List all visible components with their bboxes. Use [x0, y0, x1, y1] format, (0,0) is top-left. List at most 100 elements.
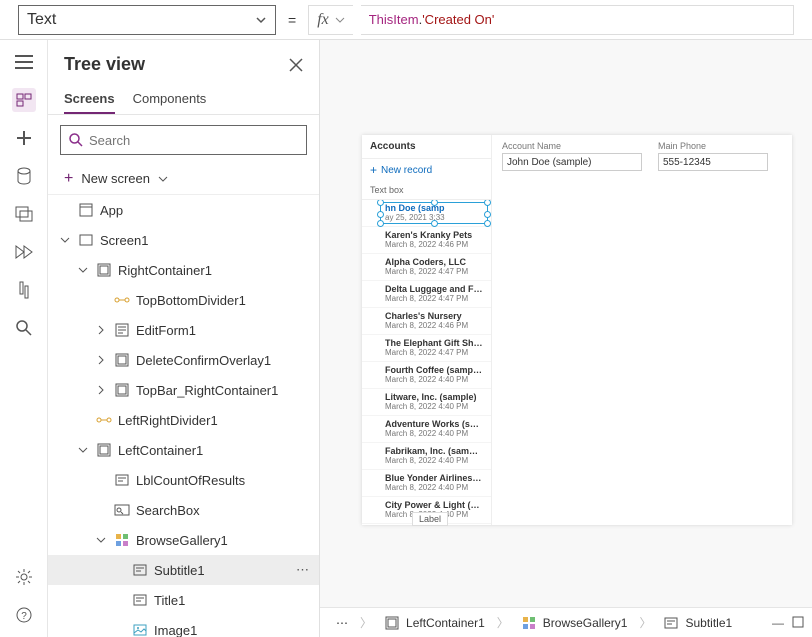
- tree-node-label: Subtitle1: [154, 563, 205, 578]
- tree-node-label: BrowseGallery1: [136, 533, 228, 548]
- plus-icon: +: [370, 163, 377, 177]
- app-preview: Accounts +New record Text box hn Doe (sa…: [362, 135, 792, 525]
- image-icon: [132, 622, 148, 637]
- preview-textbox-label: Text box: [362, 181, 491, 200]
- tree-node-screen1[interactable]: Screen1: [48, 225, 319, 255]
- insert-icon[interactable]: [12, 126, 36, 150]
- tab-screens[interactable]: Screens: [64, 85, 115, 114]
- tree-node-title1[interactable]: Title1: [48, 585, 319, 615]
- list-item[interactable]: Adventure Works (sample)March 8, 2022 4:…: [362, 416, 491, 443]
- divider-icon: [114, 292, 130, 308]
- list-item[interactable]: Alpha Coders, LLCMarch 8, 2022 4:47 PM: [362, 254, 491, 281]
- formula-bar: Text = fx ThisItem.'Created On': [0, 0, 812, 40]
- property-value: Text: [27, 11, 56, 29]
- plus-icon: +: [64, 172, 73, 186]
- preview-left-pane: Accounts +New record Text box hn Doe (sa…: [362, 135, 492, 525]
- tree-search-input[interactable]: [89, 133, 298, 148]
- tree-node-leftcontainer1[interactable]: LeftContainer1: [48, 435, 319, 465]
- data-icon[interactable]: [12, 164, 36, 188]
- container-icon: [114, 382, 130, 398]
- chevron-icon[interactable]: [96, 385, 108, 395]
- close-icon[interactable]: [289, 58, 303, 72]
- tree-node-app[interactable]: App: [48, 195, 319, 225]
- tree-node-editform1[interactable]: EditForm1: [48, 315, 319, 345]
- chevron-icon[interactable]: [96, 325, 108, 335]
- label-icon: [114, 472, 130, 488]
- tree-node-label: EditForm1: [136, 323, 196, 338]
- formula-input[interactable]: ThisItem.'Created On': [361, 5, 794, 35]
- tree-node-label: SearchBox: [136, 503, 200, 518]
- tree-node-subtitle1[interactable]: Subtitle1 ⋯: [48, 555, 319, 585]
- settings-icon[interactable]: [12, 565, 36, 589]
- media-icon[interactable]: [12, 202, 36, 226]
- chevron-icon[interactable]: [78, 265, 90, 275]
- search-icon[interactable]: [12, 316, 36, 340]
- breadcrumb-subtitle[interactable]: Subtitle1: [655, 608, 740, 637]
- variables-icon[interactable]: [12, 278, 36, 302]
- chevron-icon[interactable]: [96, 535, 108, 545]
- tree-node-label: RightContainer1: [118, 263, 212, 278]
- tab-components[interactable]: Components: [133, 85, 207, 114]
- tree-panel: Tree view Screens Components + New scree…: [48, 40, 320, 637]
- container-icon: [96, 442, 112, 458]
- breadcrumb-more[interactable]: ⋯: [328, 608, 356, 637]
- tree-node-browsegallery1[interactable]: BrowseGallery1: [48, 525, 319, 555]
- chevron-icon[interactable]: [60, 235, 72, 245]
- preview-header: Accounts: [362, 135, 491, 159]
- label-tag: Label: [412, 512, 448, 526]
- tree-node-lblcountofresults[interactable]: LblCountOfResults: [48, 465, 319, 495]
- app-icon: [78, 202, 94, 218]
- list-item[interactable]: Blue Yonder Airlines (sample)March 8, 20…: [362, 470, 491, 497]
- power-automate-icon[interactable]: [12, 240, 36, 264]
- search-icon: [69, 133, 83, 147]
- list-item[interactable]: The Elephant Gift ShopMarch 8, 2022 4:47…: [362, 335, 491, 362]
- tree-node-label: Screen1: [100, 233, 148, 248]
- tree-node-leftrightdivider1[interactable]: LeftRightDivider1: [48, 405, 319, 435]
- tree-node-topbottomdivider1[interactable]: TopBottomDivider1: [48, 285, 319, 315]
- list-item[interactable]: hn Doe (samp ay 25, 2021 3:33: [362, 200, 491, 227]
- hamburger-icon[interactable]: [12, 50, 36, 74]
- tree-node-label: DeleteConfirmOverlay1: [136, 353, 271, 368]
- breadcrumb-gallery[interactable]: BrowseGallery1: [513, 608, 636, 637]
- container-icon: [384, 615, 400, 631]
- container-icon: [114, 352, 130, 368]
- field-label-phone: Main Phone: [658, 141, 768, 151]
- tree-node-topbar_rightcontainer1[interactable]: TopBar_RightContainer1: [48, 375, 319, 405]
- preview-right-pane: Account Name John Doe (sample) Main Phon…: [492, 135, 792, 525]
- tree-node-searchbox[interactable]: SearchBox: [48, 495, 319, 525]
- tree-title: Tree view: [64, 54, 145, 75]
- tree-node-label: Title1: [154, 593, 185, 608]
- tree-search[interactable]: [60, 125, 307, 155]
- svg-text:?: ?: [21, 611, 27, 622]
- fx-button[interactable]: fx: [308, 5, 353, 35]
- expand-icon[interactable]: [792, 616, 804, 630]
- divider-icon: [96, 412, 112, 428]
- new-record-button[interactable]: +New record: [362, 159, 491, 181]
- chevron-icon[interactable]: [78, 445, 90, 455]
- new-screen-button[interactable]: + New screen: [48, 165, 319, 195]
- tree-node-image1[interactable]: Image1: [48, 615, 319, 637]
- list-item[interactable]: Fabrikam, Inc. (sample)March 8, 2022 4:4…: [362, 443, 491, 470]
- tree-node-label: LblCountOfResults: [136, 473, 245, 488]
- list-item[interactable]: Fourth Coffee (sample)March 8, 2022 4:40…: [362, 362, 491, 389]
- tree-view-icon[interactable]: [12, 88, 36, 112]
- field-value-account[interactable]: John Doe (sample): [502, 153, 642, 171]
- chevron-icon[interactable]: [96, 355, 108, 365]
- screen-icon: [78, 232, 94, 248]
- tree-node-deleteconfirmoverlay1[interactable]: DeleteConfirmOverlay1: [48, 345, 319, 375]
- tree-node-label: LeftRightDivider1: [118, 413, 218, 428]
- minimize-icon[interactable]: —: [772, 616, 784, 630]
- property-dropdown[interactable]: Text: [18, 5, 276, 35]
- list-item[interactable]: Delta Luggage and Fine GoodsMarch 8, 202…: [362, 281, 491, 308]
- gallery-icon: [521, 615, 537, 631]
- canvas: Accounts +New record Text box hn Doe (sa…: [320, 40, 812, 607]
- list-item[interactable]: Charles's NurseryMarch 8, 2022 4:46 PM: [362, 308, 491, 335]
- help-icon[interactable]: ?: [12, 603, 36, 627]
- tree-node-rightcontainer1[interactable]: RightContainer1: [48, 255, 319, 285]
- more-icon[interactable]: ⋯: [296, 562, 309, 578]
- list-item[interactable]: Karen's Kranky PetsMarch 8, 2022 4:46 PM: [362, 227, 491, 254]
- list-item[interactable]: Litware, Inc. (sample)March 8, 2022 4:40…: [362, 389, 491, 416]
- breadcrumb-bar: ⋯ 〉 LeftContainer1 〉 BrowseGallery1 〉 Su…: [320, 607, 812, 637]
- field-value-phone[interactable]: 555-12345: [658, 153, 768, 171]
- breadcrumb-leftcontainer[interactable]: LeftContainer1: [376, 608, 493, 637]
